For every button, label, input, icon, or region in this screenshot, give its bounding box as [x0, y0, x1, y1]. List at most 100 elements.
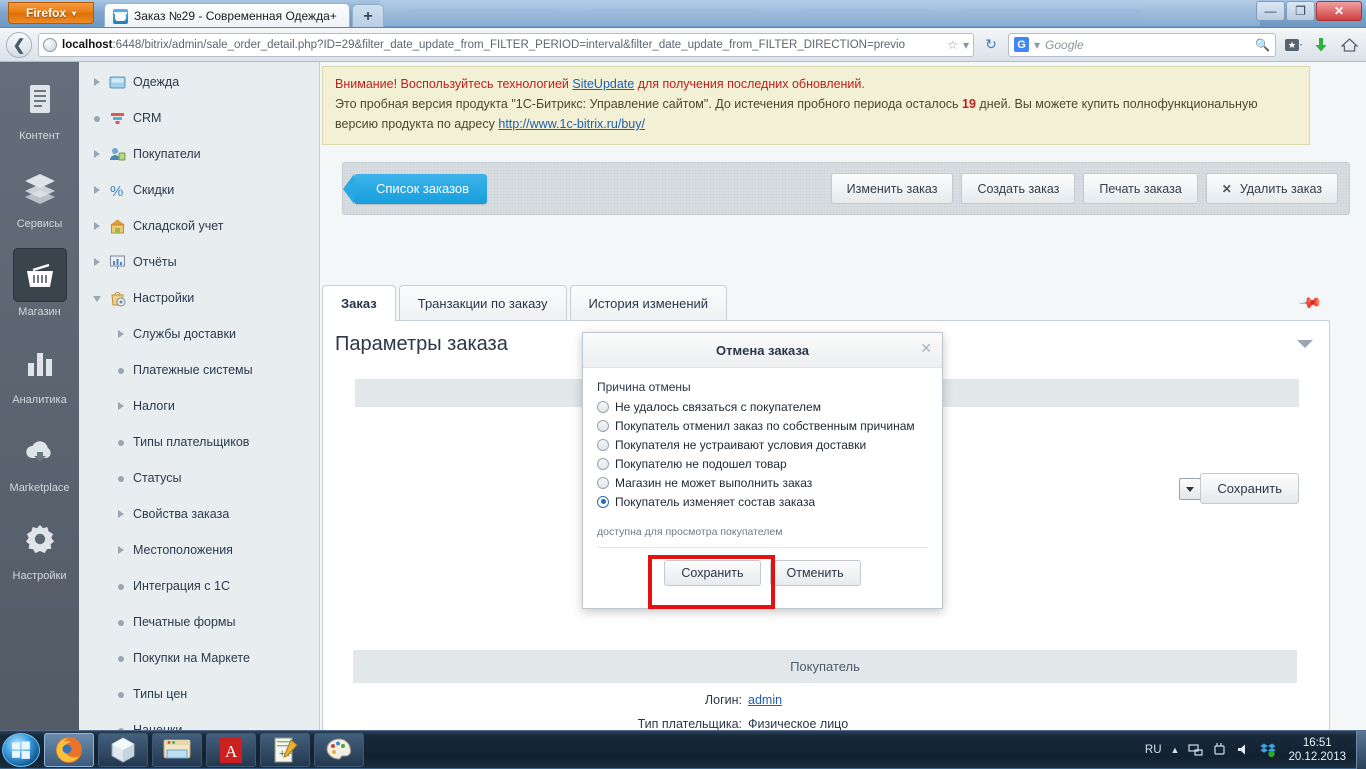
show-desktop-button[interactable]: [1356, 730, 1366, 769]
tree-item-1[interactable]: Одежда: [79, 64, 319, 100]
taskbar-item-adobe-reader[interactable]: A: [206, 732, 256, 767]
bookmark-star-icon[interactable]: ☆: [947, 38, 958, 52]
dialog-save-button[interactable]: Сохранить: [664, 560, 761, 586]
tree-item-14[interactable]: Местоположения: [79, 532, 319, 568]
taskbar-item-explorer[interactable]: [152, 732, 202, 767]
rail-item-1[interactable]: Контент: [0, 62, 79, 150]
tree-item-12[interactable]: Статусы: [79, 460, 319, 496]
chevron-right-icon[interactable]: [117, 509, 126, 519]
home-icon[interactable]: [1338, 34, 1360, 56]
radio-button[interactable]: [597, 495, 609, 508]
chevron-right-icon[interactable]: [93, 77, 102, 87]
taskbar-item-firefox[interactable]: [44, 732, 94, 767]
tree-item-16[interactable]: Печатные формы: [79, 604, 319, 640]
address-bar[interactable]: localhost:6448/bitrix/admin/sale_order_d…: [38, 32, 974, 57]
print-order-button[interactable]: Печать заказа: [1083, 173, 1198, 204]
radio-button[interactable]: [597, 400, 609, 413]
chevron-down-icon[interactable]: ▾: [963, 38, 969, 52]
pin-icon[interactable]: 📌: [1298, 290, 1324, 316]
rail-item-3[interactable]: Магазин: [0, 238, 79, 326]
reason-option-1[interactable]: Не удалось связаться с покупателем: [597, 397, 928, 416]
language-indicator[interactable]: RU: [1145, 744, 1162, 756]
tree-item-5[interactable]: Складской учет: [79, 208, 319, 244]
back-button[interactable]: ❮: [6, 31, 32, 58]
tree-item-11[interactable]: Типы плательщиков: [79, 424, 319, 460]
tree-item-6[interactable]: Отчёты: [79, 244, 319, 280]
chevron-right-icon[interactable]: [93, 149, 102, 159]
search-input[interactable]: Google: [1045, 38, 1250, 52]
tree-item-15[interactable]: Интеграция с 1С: [79, 568, 319, 604]
show-hidden-icons-icon[interactable]: ▲: [1171, 745, 1180, 755]
reason-option-2[interactable]: Покупатель отменил заказ по собственным …: [597, 416, 928, 435]
clock[interactable]: 16:51 20.12.2013: [1284, 736, 1350, 764]
reload-button[interactable]: ↻: [980, 34, 1002, 56]
firefox-menu-button[interactable]: Firefox ▾: [8, 2, 94, 24]
tree-item-19[interactable]: Наценки: [79, 712, 319, 730]
taskbar-item-paint[interactable]: [314, 732, 364, 767]
tab-2[interactable]: Транзакции по заказу: [398, 285, 567, 320]
reason-option-5[interactable]: Магазин не может выполнить заказ: [597, 473, 928, 492]
chevron-down-icon[interactable]: ▾: [1034, 38, 1040, 52]
tab-1[interactable]: Заказ: [322, 285, 396, 321]
chevron-down-icon[interactable]: [93, 294, 102, 303]
delete-order-button[interactable]: ✕ Удалить заказ: [1205, 173, 1338, 204]
rail-item-4[interactable]: Аналитика: [0, 326, 79, 414]
volume-icon[interactable]: [1236, 742, 1251, 757]
tree-item-3[interactable]: Покупатели: [79, 136, 319, 172]
tree-item-4[interactable]: % Скидки: [79, 172, 319, 208]
tab-3[interactable]: История изменений: [569, 285, 728, 320]
tree-item-2[interactable]: CRM: [79, 100, 319, 136]
radio-button[interactable]: [597, 419, 609, 432]
buy-link[interactable]: http://www.1c-bitrix.ru/buy/: [498, 117, 645, 131]
tree-item-17[interactable]: Покупки на Маркете: [79, 640, 319, 676]
siteupdate-link[interactable]: SiteUpdate: [572, 77, 634, 91]
taskbar-item-notepad-plus-plus[interactable]: ++: [260, 732, 310, 767]
start-button[interactable]: [2, 732, 40, 767]
chevron-right-icon[interactable]: [93, 185, 102, 195]
window-maximize-button[interactable]: ❐: [1286, 1, 1315, 21]
status-dropdown[interactable]: [1179, 478, 1201, 500]
tree-item-18[interactable]: Типы цен: [79, 676, 319, 712]
chevron-right-icon[interactable]: [117, 401, 126, 411]
search-bar[interactable]: G ▾ Google 🔍: [1008, 32, 1276, 57]
chevron-right-icon[interactable]: [117, 545, 126, 555]
create-order-button[interactable]: Создать заказ: [961, 173, 1076, 204]
chevron-down-icon[interactable]: [1297, 340, 1313, 348]
network-icon[interactable]: [1188, 742, 1204, 757]
search-icon[interactable]: 🔍: [1255, 38, 1270, 52]
rail-item-5[interactable]: Marketplace: [0, 414, 79, 502]
orders-list-button[interactable]: Список заказов: [342, 173, 488, 204]
bullet-icon: [117, 366, 126, 375]
chevron-right-icon[interactable]: [93, 221, 102, 231]
tree-item-7[interactable]: Настройки: [79, 280, 319, 316]
dialog-cancel-button[interactable]: Отменить: [769, 560, 861, 586]
taskbar-item-virtualbox[interactable]: [98, 732, 148, 767]
window-minimize-button[interactable]: —: [1256, 1, 1285, 21]
dropbox-icon[interactable]: [1260, 742, 1277, 758]
eject-device-icon[interactable]: [1212, 742, 1227, 757]
buyer-payer-type-row: Тип плательщика: Физическое лицо: [353, 717, 1297, 730]
chevron-right-icon[interactable]: [117, 329, 126, 339]
radio-button[interactable]: [597, 457, 609, 470]
rail-item-2[interactable]: Сервисы: [0, 150, 79, 238]
login-link[interactable]: admin: [748, 693, 782, 707]
rail-item-6[interactable]: Настройки: [0, 502, 79, 590]
radio-button[interactable]: [597, 438, 609, 451]
edit-order-button[interactable]: Изменить заказ: [830, 173, 954, 204]
new-tab-button[interactable]: +: [352, 4, 384, 27]
reason-option-4[interactable]: Покупателю не подошел товар: [597, 454, 928, 473]
downloads-icon[interactable]: [1310, 34, 1332, 56]
window-close-button[interactable]: ✕: [1316, 1, 1362, 21]
reason-option-3[interactable]: Покупателя не устраивают условия доставк…: [597, 435, 928, 454]
tree-item-10[interactable]: Налоги: [79, 388, 319, 424]
tree-item-8[interactable]: Службы доставки: [79, 316, 319, 352]
browser-tab-active[interactable]: Заказ №29 - Современная Одежда+: [104, 3, 350, 27]
reason-option-6[interactable]: Покупатель изменяет состав заказа: [597, 492, 928, 511]
tree-item-13[interactable]: Свойства заказа: [79, 496, 319, 532]
chevron-right-icon[interactable]: [93, 257, 102, 267]
bookmarks-icon[interactable]: [1282, 34, 1304, 56]
tree-item-9[interactable]: Платежные системы: [79, 352, 319, 388]
radio-button[interactable]: [597, 476, 609, 489]
close-icon[interactable]: ✕: [920, 340, 932, 357]
save-button[interactable]: Сохранить: [1200, 473, 1299, 504]
